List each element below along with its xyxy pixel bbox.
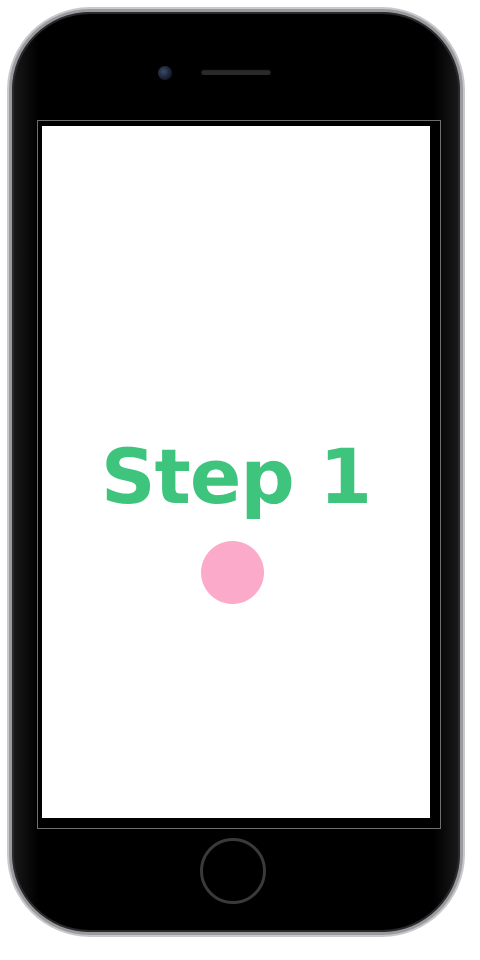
home-button-icon[interactable] bbox=[200, 838, 266, 904]
device-mockup: Step 1 bbox=[0, 0, 480, 960]
step-title: Step 1 bbox=[100, 432, 372, 521]
step-indicator-dot[interactable] bbox=[201, 541, 264, 604]
front-camera-icon bbox=[158, 66, 172, 80]
app-screen: Step 1 bbox=[42, 126, 430, 818]
earpiece-speaker-icon bbox=[201, 69, 271, 75]
